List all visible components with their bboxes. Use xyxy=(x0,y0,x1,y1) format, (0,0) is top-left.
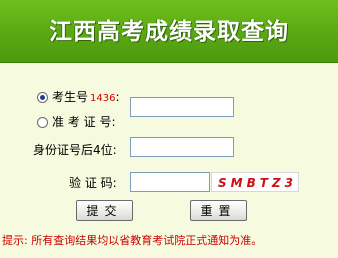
ticket-number-label: 准 考 证 号: xyxy=(52,115,116,129)
captcha-label: 验 证 码: xyxy=(69,176,117,190)
captcha-image[interactable]: SMBTZ3 xyxy=(211,172,299,192)
exam-number-hint: 1436 xyxy=(90,93,116,104)
footer-tip: 提示: 所有查询结果均以省教育考试院正式通知为准。 xyxy=(2,234,263,247)
reset-button[interactable]: 重置 xyxy=(190,200,247,221)
exam-number-colon: : xyxy=(115,90,120,104)
ticket-number-radio[interactable] xyxy=(37,117,48,128)
header-banner: 江西高考成绩录取查询 xyxy=(0,0,338,63)
page-title: 江西高考成绩录取查询 xyxy=(49,19,289,45)
exam-number-label-group: 考生号 1436: xyxy=(52,90,120,106)
exam-number-label: 考生号 xyxy=(52,90,89,104)
exam-number-radio[interactable] xyxy=(37,92,48,103)
captcha-input[interactable] xyxy=(130,172,210,192)
id-last4-label: 身份证号后4位: xyxy=(33,143,117,157)
id-last4-input[interactable] xyxy=(130,137,234,157)
submit-button[interactable]: 提交 xyxy=(76,200,133,221)
exam-number-input[interactable] xyxy=(130,97,234,117)
query-page: 江西高考成绩录取查询 考生号 1436: 准 考 证 号: 身份证号后4位: 验 … xyxy=(0,0,338,258)
